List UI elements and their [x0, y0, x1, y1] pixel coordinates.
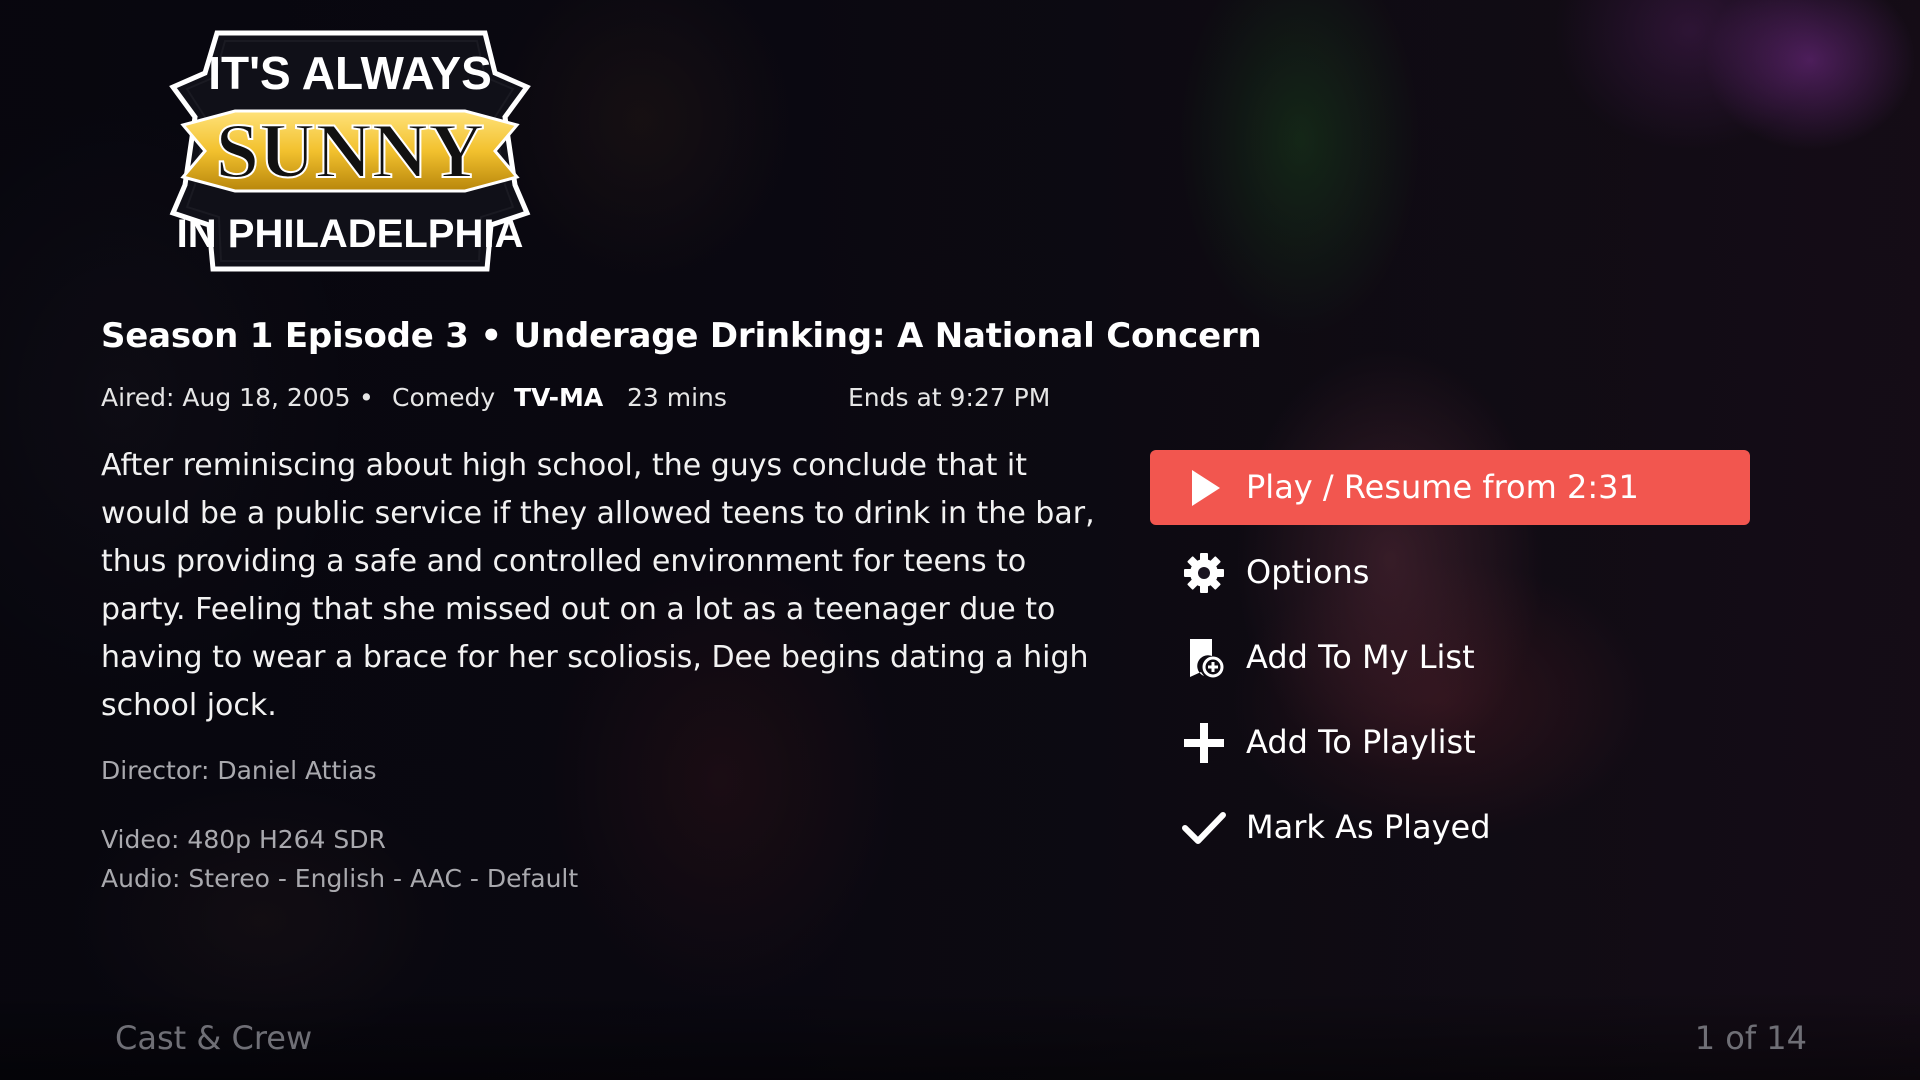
episode-pager: 1 of 14: [1694, 1019, 1807, 1057]
options-button[interactable]: Options: [1150, 535, 1750, 610]
duration: 23 mins: [627, 383, 727, 412]
mark-as-played-label: Mark As Played: [1246, 808, 1491, 846]
audio-info: Audio: Stereo - English - AAC - Default: [101, 864, 579, 893]
episode-meta: Aired: Aug 18, 2005 • Comedy TV-MA 23 mi…: [101, 380, 1111, 416]
play-resume-label: Play / Resume from 2:31: [1246, 468, 1639, 506]
options-label: Options: [1246, 553, 1370, 591]
checkmark-icon: [1182, 806, 1226, 850]
ends-at: Ends at 9:27 PM: [848, 383, 1051, 412]
episode-info: Season 1 Episode 3 • Underage Drinking: …: [101, 312, 1262, 898]
play-resume-button[interactable]: Play / Resume from 2:31: [1150, 450, 1750, 525]
action-menu: Play / Resume from 2:31 Options Add To M…: [1150, 450, 1750, 875]
play-icon: [1182, 466, 1226, 510]
episode-title: Season 1 Episode 3 • Underage Drinking: …: [101, 316, 1262, 356]
aired-date: Aired: Aug 18, 2005: [101, 383, 351, 412]
add-to-playlist-label: Add To Playlist: [1246, 723, 1476, 761]
meta-separator: •: [359, 383, 374, 412]
show-logo: IT'S ALWAYS SUNNY IN PHILADELPHIA: [165, 25, 535, 275]
mark-as-played-button[interactable]: Mark As Played: [1150, 790, 1750, 865]
add-to-my-list-label: Add To My List: [1246, 638, 1475, 676]
genre: Comedy: [392, 383, 496, 412]
add-to-my-list-button[interactable]: Add To My List: [1150, 620, 1750, 695]
bookmark-add-icon: [1182, 636, 1226, 680]
svg-text:IN PHILADELPHIA: IN PHILADELPHIA: [177, 212, 524, 256]
episode-detail-screen: IT'S ALWAYS SUNNY IN PHILADELPHIA Season…: [0, 0, 1920, 1080]
content-rating: TV-MA: [514, 383, 604, 412]
video-info: Video: 480p H264 SDR: [101, 825, 386, 854]
plus-icon: [1182, 721, 1226, 765]
svg-text:SUNNY: SUNNY: [216, 107, 485, 194]
episode-summary: After reminiscing about high school, the…: [101, 448, 1095, 723]
gear-icon: [1182, 551, 1226, 595]
add-to-playlist-button[interactable]: Add To Playlist: [1150, 705, 1750, 780]
media-info: Video: 480p H264 SDR Audio: Stereo - Eng…: [101, 820, 1111, 898]
director: Director: Daniel Attias: [101, 756, 377, 785]
svg-text:IT'S ALWAYS: IT'S ALWAYS: [208, 47, 492, 99]
cast-crew-tab[interactable]: Cast & Crew: [115, 1016, 312, 1060]
